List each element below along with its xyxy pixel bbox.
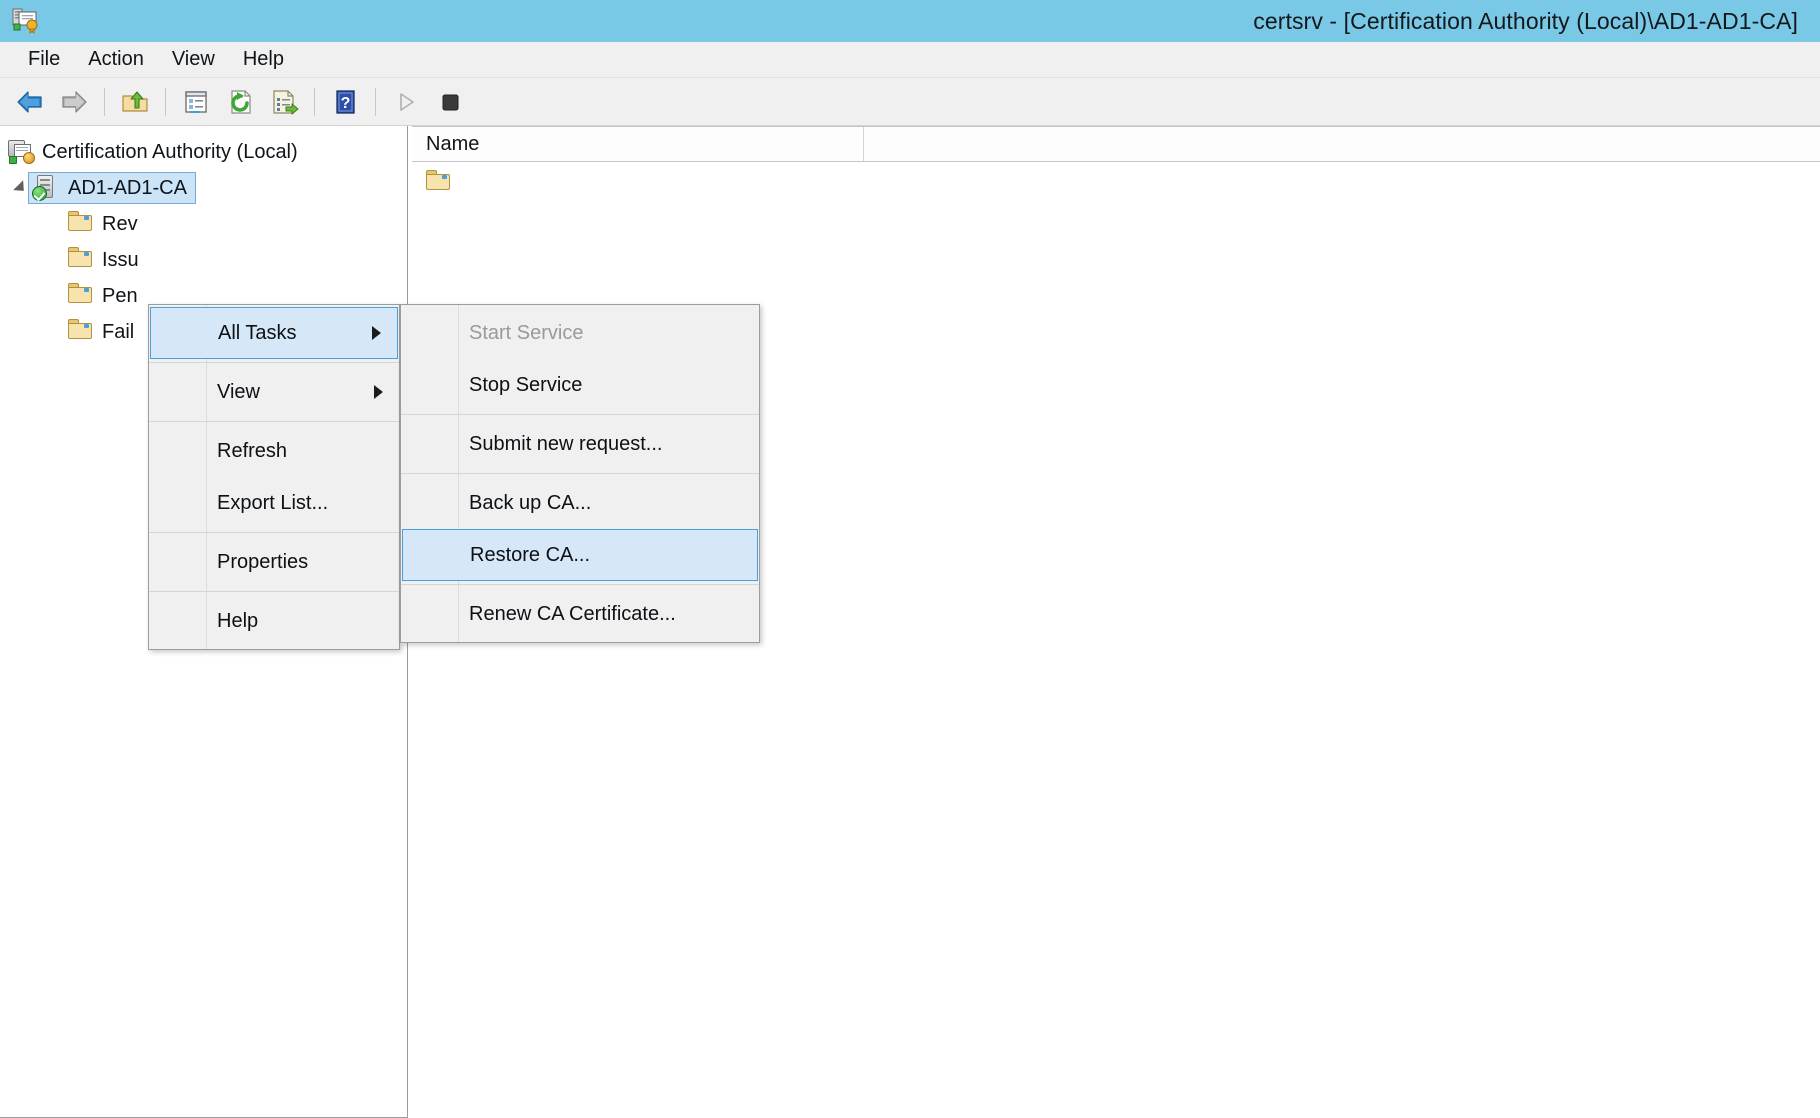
title-bar: certsrv - [Certification Authority (Loca… [0, 0, 1820, 42]
context-menu-item-export-list[interactable]: Export List... [149, 477, 399, 529]
toolbar-separator [314, 87, 315, 116]
back-arrow-icon[interactable] [8, 82, 52, 122]
menu-separator [149, 532, 399, 533]
menu-separator [149, 421, 399, 422]
list-header: Name [412, 126, 1820, 162]
tree-child-label: Fail [102, 320, 135, 343]
menu-separator [401, 584, 759, 585]
certification-authority-icon [8, 139, 35, 165]
export-list-icon[interactable] [262, 82, 306, 122]
submenu-item-start-service[interactable]: Start Service [401, 307, 759, 359]
chevron-right-icon [372, 326, 381, 340]
start-service-play-icon[interactable] [384, 82, 428, 122]
up-folder-icon[interactable] [113, 82, 157, 122]
menu-item-label: Stop Service [469, 373, 583, 396]
folder-icon [68, 319, 94, 345]
toolbar-separator [104, 87, 105, 116]
refresh-icon[interactable] [218, 82, 262, 122]
menu-item-label: Refresh [217, 439, 288, 462]
menu-separator [401, 473, 759, 474]
menu-item-label: View [217, 380, 260, 403]
folder-icon [426, 170, 452, 192]
menubar-item-help[interactable]: Help [229, 44, 298, 75]
menu-bar: File Action View Help [0, 42, 1820, 78]
menu-item-label: Renew CA Certificate... [469, 602, 676, 625]
window-title: certsrv - [Certification Authority (Loca… [1253, 8, 1798, 34]
forward-arrow-icon[interactable] [52, 82, 96, 122]
menu-item-label: Properties [217, 550, 309, 573]
ca-server-running-icon [32, 175, 60, 201]
menubar-item-view[interactable]: View [158, 44, 229, 75]
list-body [412, 162, 1820, 200]
ca-context-menu: All Tasks View Refresh Export List... Pr… [148, 304, 400, 650]
toolbar-separator [165, 87, 166, 116]
list-column-blank[interactable] [864, 127, 1820, 161]
submenu-item-submit-new-request[interactable]: Submit new request... [401, 418, 759, 470]
context-menu-item-properties[interactable]: Properties [149, 536, 399, 588]
menu-item-label: Start Service [469, 321, 584, 344]
stop-service-square-icon[interactable] [428, 82, 472, 122]
context-menu-item-refresh[interactable]: Refresh [149, 425, 399, 477]
submenu-item-renew-ca-certificate[interactable]: Renew CA Certificate... [401, 588, 759, 640]
submenu-item-stop-service[interactable]: Stop Service [401, 359, 759, 411]
menu-item-label: All Tasks [218, 321, 297, 344]
toolbar-separator [375, 87, 376, 116]
svg-text:?: ? [341, 95, 351, 112]
menubar-item-file[interactable]: File [14, 44, 74, 75]
chevron-right-icon [374, 385, 383, 399]
menu-item-label: Submit new request... [469, 432, 663, 455]
menu-item-label: Restore CA... [470, 543, 591, 566]
menu-separator [149, 591, 399, 592]
menu-separator [401, 414, 759, 415]
folder-icon [68, 211, 94, 237]
folder-icon [68, 247, 94, 273]
menubar-item-action[interactable]: Action [74, 44, 158, 75]
menu-item-label: Help [217, 609, 259, 632]
context-menu-item-all-tasks[interactable]: All Tasks [150, 307, 398, 359]
all-tasks-submenu: Start Service Stop Service Submit new re… [400, 304, 760, 643]
list-item[interactable] [412, 162, 1820, 200]
tree-child-label: Rev [102, 212, 138, 235]
tree-root-label: Certification Authority (Local) [42, 140, 298, 163]
tree-item-revoked-certificates[interactable]: Rev [0, 206, 407, 242]
tree-item-ad1-ad1-ca[interactable]: AD1-AD1-CA [0, 170, 407, 206]
submenu-item-back-up-ca[interactable]: Back up CA... [401, 477, 759, 529]
tree-child-label: Pen [102, 284, 138, 307]
folder-icon [68, 283, 94, 309]
tree-child-label: Issu [102, 248, 139, 271]
submenu-item-restore-ca[interactable]: Restore CA... [402, 529, 758, 581]
content-area: Certification Authority (Local) AD1-AD1-… [0, 126, 1820, 1118]
help-icon[interactable]: ? [323, 82, 367, 122]
properties-icon[interactable] [174, 82, 218, 122]
menu-separator [149, 362, 399, 363]
tree-item-certification-authority-root[interactable]: Certification Authority (Local) [0, 134, 407, 170]
certsrv-window: certsrv - [Certification Authority (Loca… [0, 0, 1820, 1118]
context-menu-item-help[interactable]: Help [149, 595, 399, 647]
menu-item-label: Export List... [217, 491, 329, 514]
context-menu-item-view[interactable]: View [149, 366, 399, 418]
list-column-name[interactable]: Name [412, 127, 864, 161]
toolbar: ? [0, 78, 1820, 126]
tree-item-issued-certificates[interactable]: Issu [0, 242, 407, 278]
ca-node-label: AD1-AD1-CA [68, 176, 187, 199]
menu-item-label: Back up CA... [469, 491, 592, 514]
